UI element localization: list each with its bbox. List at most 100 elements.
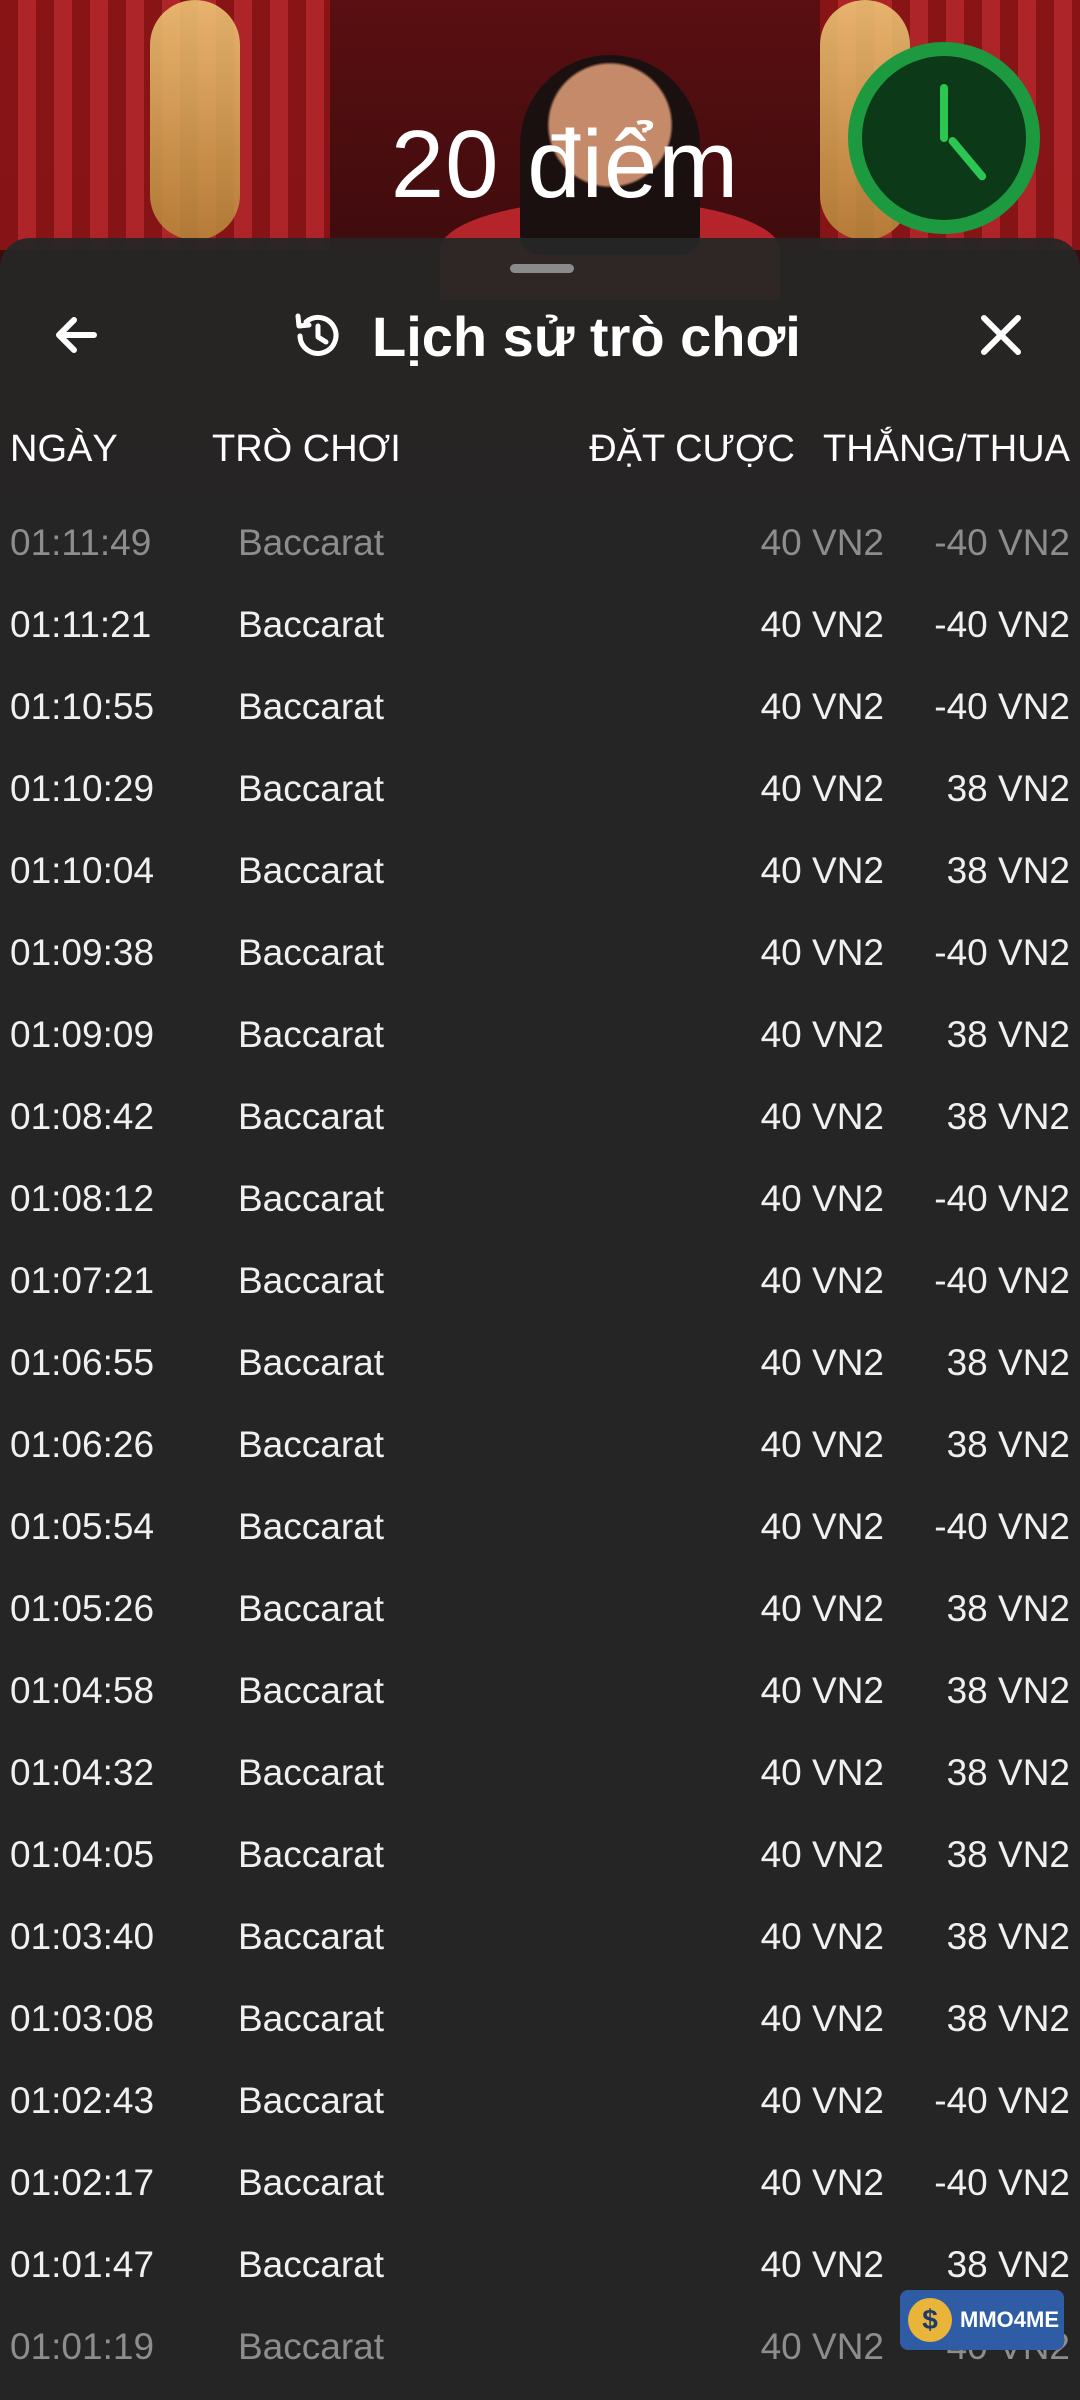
cell-bet: 40 VN2 [760, 2162, 884, 2203]
table-row[interactable]: 01:09:09 Baccarat 40 VN2 38 VN2 [0, 992, 1080, 1074]
timer-icon [848, 42, 1040, 234]
table-row[interactable]: 01:11:21 Baccarat 40 VN2 -40 VN2 [0, 582, 1080, 664]
table-row[interactable]: 01:06:55 Baccarat 40 VN2 38 VN2 [0, 1320, 1080, 1402]
cell-time: 01:09:38 [10, 932, 155, 973]
table-row[interactable]: 01:06:26 Baccarat 40 VN2 38 VN2 [0, 1402, 1080, 1484]
history-list[interactable]: 01:11:49 Baccarat 40 VN2 -40 VN2 01:11:21 Bac… [0, 500, 1080, 2386]
cell-result: -40 VN2 [934, 1260, 1070, 1301]
cell-game: Baccarat [238, 1916, 385, 1957]
table-row[interactable]: 01:04:05 Baccarat 40 VN2 38 VN2 [0, 1812, 1080, 1894]
cell-time: 01:04:05 [10, 1834, 155, 1875]
table-row[interactable]: 01:07:21 Baccarat 40 VN2 -40 VN2 [0, 1238, 1080, 1320]
close-button[interactable] [966, 300, 1036, 370]
cell-result: -40 VN2 [934, 686, 1070, 727]
cell-game: Baccarat [238, 1342, 385, 1383]
cell-result: 38 VN2 [946, 850, 1070, 891]
cell-result: -40 VN2 [934, 522, 1070, 563]
table-row[interactable]: 01:10:04 Baccarat 40 VN2 38 VN2 [0, 828, 1080, 910]
table-row[interactable]: 01:08:42 Baccarat 40 VN2 38 VN2 [0, 1074, 1080, 1156]
cell-bet: 40 VN2 [760, 1342, 884, 1383]
table-row[interactable]: 01:05:26 Baccarat 40 VN2 38 VN2 [0, 1566, 1080, 1648]
table-header: NGÀY TRÒ CHƠI ĐẶT CƯỢC THẮNG/THUA [0, 420, 1080, 480]
cell-result: -40 VN2 [934, 1178, 1070, 1219]
cell-bet: 40 VN2 [760, 768, 884, 809]
cell-bet: 40 VN2 [760, 850, 884, 891]
cell-time: 01:05:54 [10, 1506, 155, 1547]
cell-time: 01:09:09 [10, 1014, 155, 1055]
table-row[interactable]: 01:04:32 Baccarat 40 VN2 38 VN2 [0, 1730, 1080, 1812]
cell-game: Baccarat [238, 1260, 385, 1301]
cell-time: 01:06:55 [10, 1342, 155, 1383]
table-row[interactable]: 01:11:49 Baccarat 40 VN2 -40 VN2 [0, 500, 1080, 582]
watermark-text: MMO4ME [960, 2307, 1059, 2332]
table-row[interactable]: 01:10:55 Baccarat 40 VN2 -40 VN2 [0, 664, 1080, 746]
cell-bet: 40 VN2 [760, 686, 884, 727]
cell-result: 38 VN2 [946, 1342, 1070, 1383]
cell-game: Baccarat [238, 1506, 385, 1547]
cell-time: 01:01:19 [10, 2326, 155, 2367]
cell-bet: 40 VN2 [760, 932, 884, 973]
cell-time: 01:04:32 [10, 1752, 155, 1793]
table-row[interactable]: 01:08:12 Baccarat 40 VN2 -40 VN2 [0, 1156, 1080, 1238]
cell-time: 01:03:40 [10, 1916, 155, 1957]
cell-game: Baccarat [238, 932, 385, 973]
close-icon [981, 315, 1021, 355]
cell-time: 01:10:29 [10, 768, 155, 809]
watermark-logo: $ MMO4ME [900, 2290, 1064, 2350]
cell-bet: 40 VN2 [760, 1014, 884, 1055]
cell-time: 01:06:26 [10, 1424, 155, 1465]
cell-result: -40 VN2 [934, 2162, 1070, 2203]
table-row[interactable]: 01:02:43 Baccarat 40 VN2 -40 VN2 [0, 2058, 1080, 2140]
cell-result: 38 VN2 [946, 1424, 1070, 1465]
cell-time: 01:05:26 [10, 1588, 155, 1629]
table-row[interactable]: 01:05:54 Baccarat 40 VN2 -40 VN2 [0, 1484, 1080, 1566]
table-row[interactable]: 01:04:58 Baccarat 40 VN2 38 VN2 [0, 1648, 1080, 1730]
cell-time: 01:10:55 [10, 686, 155, 727]
table-row[interactable]: 01:03:40 Baccarat 40 VN2 38 VN2 [0, 1894, 1080, 1976]
cell-game: Baccarat [238, 2244, 385, 2285]
table-row[interactable]: 01:09:38 Baccarat 40 VN2 -40 VN2 [0, 910, 1080, 992]
cell-game: Baccarat [238, 2326, 385, 2367]
cell-bet: 40 VN2 [760, 1178, 884, 1219]
cell-game: Baccarat [238, 850, 385, 891]
cell-result: 38 VN2 [946, 1096, 1070, 1137]
cell-result: 38 VN2 [946, 1588, 1070, 1629]
cell-game: Baccarat [238, 1096, 385, 1137]
cell-result: -40 VN2 [934, 1506, 1070, 1547]
cell-time: 01:11:49 [10, 522, 152, 563]
cell-result: 38 VN2 [946, 2244, 1070, 2285]
coin-icon: $ [908, 2298, 952, 2342]
table-row[interactable]: 01:02:17 Baccarat 40 VN2 -40 VN2 [0, 2140, 1080, 2222]
cell-bet: 40 VN2 [760, 2244, 884, 2285]
column-date: NGÀY [10, 428, 118, 470]
cell-result: 38 VN2 [946, 768, 1070, 809]
cell-bet: 40 VN2 [760, 1916, 884, 1957]
cell-result: 38 VN2 [946, 1014, 1070, 1055]
timer-hand-minute [946, 135, 988, 182]
cell-game: Baccarat [238, 2162, 385, 2203]
page-title: Lịch sử trò chơi [372, 304, 801, 368]
cell-game: Baccarat [238, 1670, 385, 1711]
history-header: Lịch sử trò chơi [0, 278, 1080, 388]
cell-result: -40 VN2 [934, 2080, 1070, 2121]
cell-result: 38 VN2 [946, 1670, 1070, 1711]
column-win-loss: THẮNG/THUA [823, 428, 1070, 470]
drag-handle[interactable] [510, 264, 574, 273]
cell-game: Baccarat [238, 1424, 385, 1465]
cell-bet: 40 VN2 [760, 2326, 884, 2367]
cell-result: 38 VN2 [946, 1916, 1070, 1957]
cell-bet: 40 VN2 [760, 1670, 884, 1711]
cell-bet: 40 VN2 [760, 1424, 884, 1465]
cell-bet: 40 VN2 [760, 2080, 884, 2121]
column-bet: ĐẶT CƯỢC [589, 428, 795, 470]
history-sheet: Lịch sử trò chơi NGÀY TRÒ CHƠI ĐẶT CƯỢC … [0, 238, 1080, 2400]
cell-game: Baccarat [238, 2080, 385, 2121]
cell-result: 38 VN2 [946, 1834, 1070, 1875]
table-row[interactable]: 01:03:08 Baccarat 40 VN2 38 VN2 [0, 1976, 1080, 2058]
cell-game: Baccarat [238, 1834, 385, 1875]
history-clock-icon [295, 313, 339, 356]
cell-bet: 40 VN2 [760, 1260, 884, 1301]
table-row[interactable]: 01:10:29 Baccarat 40 VN2 38 VN2 [0, 746, 1080, 828]
cell-game: Baccarat [238, 522, 385, 563]
back-button[interactable] [42, 300, 112, 370]
